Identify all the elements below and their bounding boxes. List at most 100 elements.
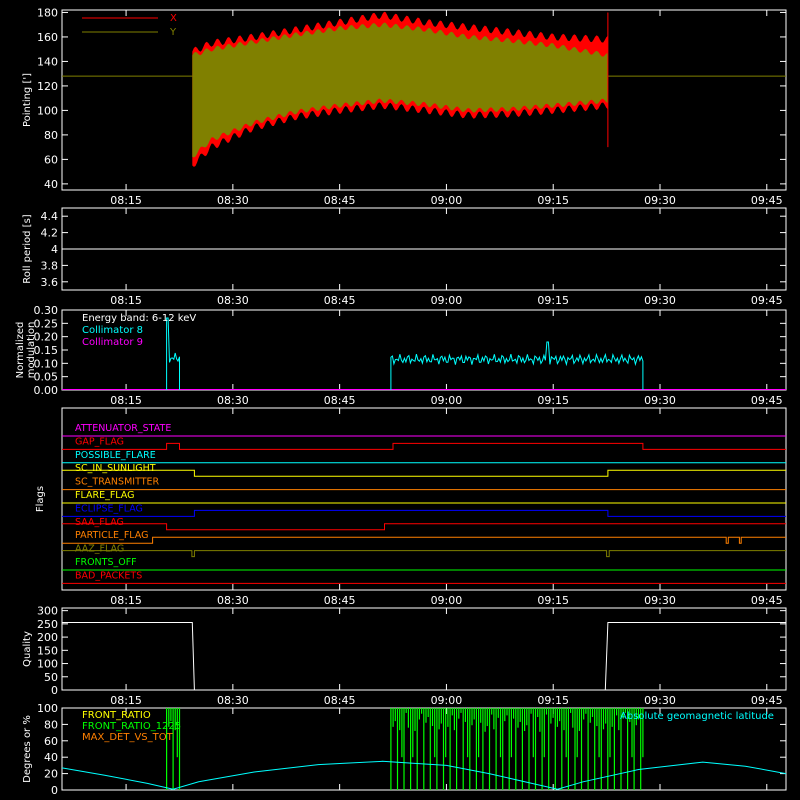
y-tick-label: 80 [44, 129, 58, 142]
flag-line [62, 509, 786, 517]
x-tick-label: 09:30 [644, 394, 676, 407]
roll-xticks: 08:15 08:30 08:45 09:00 09:15 09:30 09:45 [110, 208, 783, 307]
legend-label-max-det: MAX_DET_VS_TOT [82, 732, 174, 743]
x-tick-label: 09:00 [431, 594, 463, 607]
x-tick-label: 08:45 [324, 294, 356, 307]
x-tick-label: 08:15 [110, 194, 142, 207]
legend-label-collimator9: Collimator 9 [82, 337, 143, 348]
y-tick-label: 3.8 [41, 259, 59, 272]
flag-label: POSSIBLE_FLARE [75, 450, 156, 461]
flag-line [62, 523, 786, 531]
flag-line [62, 442, 786, 450]
flag-label: PARTICLE_FLAG [75, 530, 148, 541]
x-tick-label: 09:30 [644, 694, 676, 707]
x-tick-label: 09:00 [431, 394, 463, 407]
y-tick-label: 0.10 [34, 357, 59, 370]
y-tick-label: 4.2 [41, 227, 59, 240]
y-tick-label: 250 [37, 618, 58, 631]
y-tick-label: 80 [44, 718, 58, 731]
flag-line [62, 469, 786, 477]
flag-label: AAZ_FLAG [75, 544, 124, 555]
flag-label: GAP_FLAG [75, 436, 124, 447]
y-tick-label: 300 [37, 605, 58, 618]
quality-marks [62, 622, 786, 691]
flag-label: FLARE_FLAG [75, 490, 135, 501]
flag-label: BAD_PACKETS [75, 570, 142, 581]
x-tick-label: 09:45 [751, 294, 783, 307]
x-tick-label: 09:45 [751, 694, 783, 707]
flags-ylabel: Flags [35, 486, 46, 512]
modulation-legend: Energy band: 6-12 keV Collimator 8 Colli… [82, 313, 196, 348]
flags-xticks: 08:15 08:30 08:45 09:00 09:15 09:30 09:45 [110, 408, 783, 607]
legend-label-collimator8: Collimator 8 [82, 325, 143, 336]
x-tick-label: 08:15 [110, 594, 142, 607]
y-tick-label: 100 [37, 658, 58, 671]
x-tick-label: 08:15 [110, 294, 142, 307]
pointing-panel: Pointing ['] 40 60 80 100 120 140 160 180 08:15… [22, 6, 787, 207]
x-tick-label: 09:15 [537, 294, 569, 307]
quality-frame [61, 607, 787, 691]
x-tick-label: 08:30 [217, 594, 249, 607]
flag-label: ATTENUATOR_STATE [75, 423, 171, 434]
pointing-ylabel: Pointing ['] [22, 73, 33, 127]
y-tick-label: 0 [51, 684, 58, 697]
y-tick-label: 0.30 [34, 304, 59, 317]
quality-yticks: 050100150200250300 [37, 605, 786, 697]
pointing-legend: X Y [82, 13, 177, 38]
x-tick-label: 09:30 [644, 594, 676, 607]
y-tick-label: 40 [44, 751, 58, 764]
flag-label: SC_IN_SUNLIGHT [75, 463, 156, 474]
y-tick-label: 0.25 [34, 317, 59, 330]
y-tick-label: 40 [44, 178, 58, 191]
flag-label: SC_TRANSMITTER [75, 477, 160, 488]
y-tick-label: 160 [37, 31, 58, 44]
legend-label-front-ratio-1225: FRONT_RATIO_1225 [82, 721, 181, 732]
roll-panel: Roll period [s] 3.6 3.8 4 4.2 4.4 08:15 08:30… [22, 207, 787, 307]
collimator8-segment [390, 341, 644, 390]
quality-ylabel: Quality [22, 631, 33, 667]
x-tick-label: 09:15 [537, 694, 569, 707]
y-tick-label: 50 [44, 671, 58, 684]
flag-label: SAA_FLAG [75, 517, 124, 528]
x-tick-label: 09:15 [537, 594, 569, 607]
y-tick-label: 100 [37, 702, 58, 715]
x-tick-label: 08:15 [110, 394, 142, 407]
legend-label-geomag: Absolute geomagnetic latitude [620, 711, 774, 722]
y-tick-label: 60 [44, 153, 58, 166]
y-tick-label: 20 [44, 768, 58, 781]
modulation-ylabel-line1: Normalized [15, 322, 26, 379]
y-tick-label: 0.20 [34, 331, 59, 344]
y-tick-label: 0.15 [34, 344, 59, 357]
x-tick-label: 09:45 [751, 194, 783, 207]
x-tick-label: 08:30 [217, 694, 249, 707]
flags-panel: Flags 08:15 08:30 08:45 09:00 09:15 09:30 09:4… [35, 407, 787, 607]
x-tick-label: 08:15 [110, 694, 142, 707]
y-tick-label: 100 [37, 104, 58, 117]
y-tick-label: 60 [44, 735, 58, 748]
x-tick-label: 09:00 [431, 194, 463, 207]
flags-marks: ATTENUATOR_STATE GAP_FLAG POSSIBLE_FLARE SC… [62, 423, 786, 584]
x-tick-label: 08:45 [324, 394, 356, 407]
x-tick-label: 08:30 [217, 394, 249, 407]
x-tick-label: 09:45 [751, 394, 783, 407]
y-tick-label: 0.00 [34, 384, 59, 397]
roll-ylabel: Roll period [s] [22, 214, 33, 283]
degrees-panel: Degrees or % 0 20 40 60 80 100 FRONT_RATIO FR… [22, 702, 787, 797]
y-tick-label: 4.4 [41, 210, 59, 223]
x-tick-label: 09:30 [644, 194, 676, 207]
x-tick-label: 09:00 [431, 294, 463, 307]
x-tick-label: 08:30 [217, 294, 249, 307]
flag-line [62, 536, 786, 544]
legend-label-y: Y [169, 27, 177, 38]
y-tick-label: 120 [37, 80, 58, 93]
flags-frame [61, 407, 787, 591]
modulation-energy-band: Energy band: 6-12 keV [82, 313, 196, 324]
flag-label: FRONTS_OFF [75, 557, 137, 568]
y-tick-label: 150 [37, 644, 58, 657]
quality-line [62, 622, 786, 691]
quicklook-figure: Pointing ['] 406080100120140160180 08:15… [15, 6, 787, 797]
x-tick-label: 08:45 [324, 194, 356, 207]
x-tick-label: 08:45 [324, 594, 356, 607]
y-tick-label: 140 [37, 55, 58, 68]
x-tick-label: 08:30 [217, 194, 249, 207]
